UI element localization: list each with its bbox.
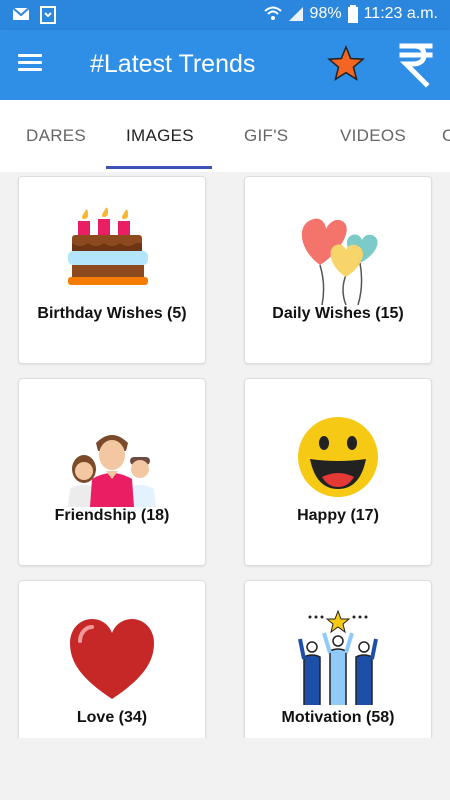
star-icon[interactable] xyxy=(326,44,366,84)
smiley-face-icon xyxy=(298,417,378,497)
download-notification-icon xyxy=(40,6,56,24)
gmail-notification-icon xyxy=(12,7,30,20)
battery-icon xyxy=(347,5,358,23)
wifi-icon xyxy=(263,6,282,20)
celebrating-people-icon xyxy=(298,609,378,705)
category-card-happy[interactable]: Happy (17) xyxy=(244,378,432,566)
tab-gifs[interactable]: GIF'S xyxy=(244,126,288,146)
heart-icon xyxy=(70,619,154,699)
tab-overflow[interactable]: C xyxy=(442,126,450,146)
battery-percent: 98% xyxy=(309,5,342,22)
tab-images[interactable]: IMAGES xyxy=(126,126,194,146)
tab-bar: DARES IMAGES GIF'S VIDEOS C xyxy=(0,100,450,172)
clock: 11:23 a.m. xyxy=(363,5,438,22)
category-card-friendship[interactable]: Friendship (18) xyxy=(18,378,206,566)
category-label: Friendship (18) xyxy=(54,507,170,524)
category-card-birthday-wishes[interactable]: Birthday Wishes (5) xyxy=(18,176,206,364)
bottom-area xyxy=(0,738,450,800)
app-title: #Latest Trends xyxy=(90,50,256,78)
category-card-love[interactable]: Love (34) xyxy=(18,580,206,738)
category-label: Happy (17) xyxy=(297,507,379,524)
category-card-motivation[interactable]: Motivation (58) xyxy=(244,580,432,738)
category-label: Daily Wishes (15) xyxy=(272,305,404,322)
category-card-daily-wishes[interactable]: Daily Wishes (15) xyxy=(244,176,432,364)
tab-dares[interactable]: DARES xyxy=(26,126,86,146)
status-bar: 98% 11:23 a.m. xyxy=(0,0,450,30)
category-label: Motivation (58) xyxy=(281,709,395,726)
category-label: Love (34) xyxy=(76,709,148,726)
category-label: Birthday Wishes (5) xyxy=(37,305,187,322)
signal-icon xyxy=(288,7,303,21)
friends-group-icon xyxy=(68,435,156,507)
birthday-cake-icon xyxy=(68,207,148,285)
category-grid: Birthday Wishes (5) Daily Wishes (15) Fr… xyxy=(0,172,450,738)
active-tab-indicator xyxy=(106,166,212,169)
tab-videos[interactable]: VIDEOS xyxy=(340,126,406,146)
menu-icon[interactable] xyxy=(18,54,42,72)
balloons-icon xyxy=(301,218,378,305)
app-bar: #Latest Trends xyxy=(0,30,450,100)
rupee-icon[interactable] xyxy=(398,40,434,88)
